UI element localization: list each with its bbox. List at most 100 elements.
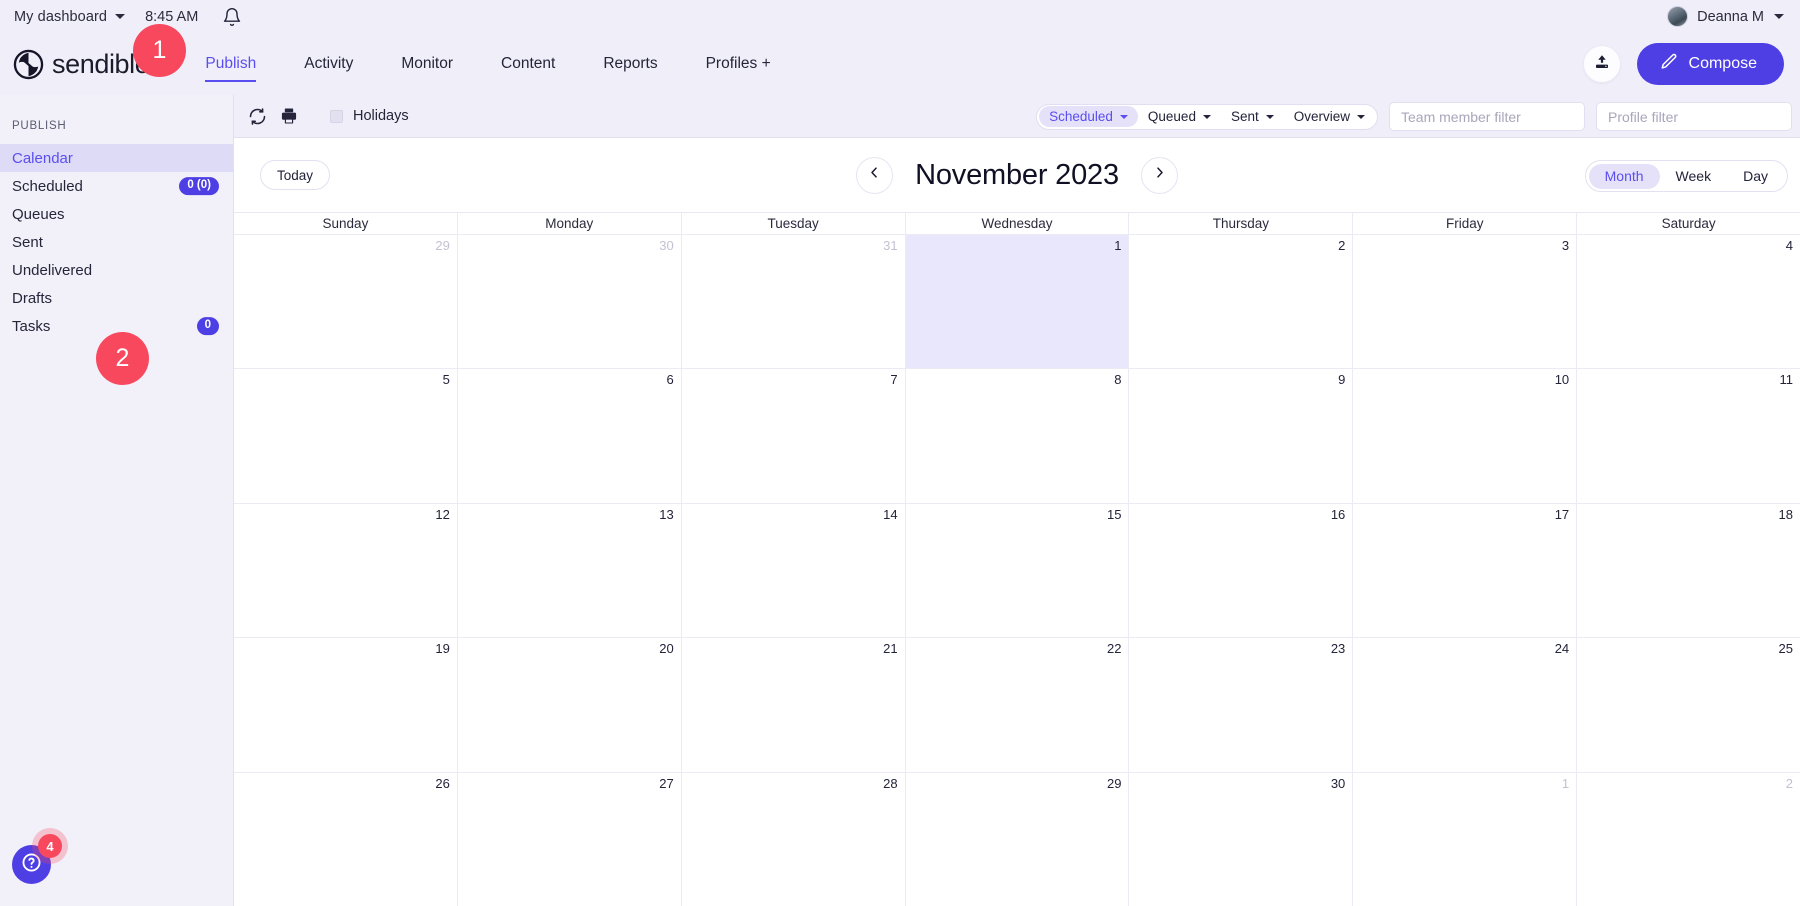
- calendar-day-cell[interactable]: 7: [681, 369, 906, 503]
- calendar-day-cell[interactable]: 18: [1577, 503, 1800, 638]
- segment-scheduled[interactable]: Scheduled: [1039, 106, 1138, 127]
- sidebar-item-sent[interactable]: Sent: [0, 228, 233, 256]
- chevron-down-icon: [1202, 114, 1211, 119]
- calendar-day-cell[interactable]: 29: [905, 772, 1130, 906]
- pencil-icon: [1659, 52, 1678, 76]
- calendar-day-cell[interactable]: 12: [234, 503, 458, 638]
- status-badge: 0 (0): [179, 177, 219, 195]
- sidebar-item-drafts[interactable]: Drafts: [0, 284, 233, 312]
- calendar-day-cell[interactable]: 17: [1353, 503, 1578, 638]
- utility-bar: My dashboard 8:45 AM Deanna M: [0, 0, 1800, 33]
- calendar-day-cell[interactable]: 9: [1129, 369, 1354, 503]
- sidebar-item-queues[interactable]: Queues: [0, 200, 233, 228]
- chevron-down-icon: [1265, 114, 1274, 119]
- calendar-day-number: 26: [435, 775, 450, 791]
- chevron-down-icon[interactable]: [115, 14, 126, 19]
- segment-sent[interactable]: Sent: [1221, 106, 1284, 127]
- calendar-day-cell[interactable]: 3: [1353, 235, 1578, 369]
- refresh-icon[interactable]: [246, 105, 268, 127]
- nav-item-content[interactable]: Content: [501, 33, 555, 95]
- calendar-day-cell[interactable]: 1: [1353, 772, 1578, 906]
- user-menu[interactable]: Deanna M: [1667, 0, 1784, 33]
- calendar-day-cell[interactable]: 30: [457, 235, 682, 369]
- calendar-day-cell[interactable]: 8: [905, 369, 1130, 503]
- calendar-day-number: 15: [1106, 506, 1122, 522]
- next-month-button[interactable]: [1140, 156, 1178, 194]
- sidebar-item-undelivered[interactable]: Undelivered: [0, 256, 233, 284]
- calendar-week-row: 26 27 28 29 30 1 2: [234, 772, 1800, 906]
- calendar-day-number: 29: [1106, 775, 1122, 791]
- nav-item-publish[interactable]: Publish: [205, 33, 256, 95]
- sidebar-item-scheduled[interactable]: Scheduled 0 (0): [0, 172, 233, 200]
- calendar-day-cell[interactable]: 31: [681, 235, 906, 369]
- holidays-toggle[interactable]: Holidays: [330, 108, 409, 124]
- dashboard-selector-label[interactable]: My dashboard: [14, 9, 107, 25]
- calendar-day-cell[interactable]: 1: [905, 235, 1130, 369]
- calendar-day-cell[interactable]: 19: [234, 638, 458, 772]
- calendar-day-cell[interactable]: 4: [1577, 235, 1800, 369]
- calendar-day-cell[interactable]: 27: [457, 772, 682, 906]
- main-navbar: sendible Publish Activity Monitor Conten…: [0, 33, 1800, 95]
- nav-item-profiles[interactable]: Profiles +: [706, 33, 771, 95]
- calendar-day-number: 1: [1114, 238, 1122, 253]
- today-button[interactable]: Today: [260, 160, 331, 190]
- bell-icon[interactable]: [222, 7, 242, 27]
- calendar-day-cell[interactable]: 20: [457, 638, 682, 772]
- calendar-day-cell[interactable]: 5: [234, 369, 458, 503]
- sidebar-item-label: Scheduled: [12, 177, 83, 195]
- chevron-left-icon: [867, 165, 882, 185]
- brand-home-link[interactable]: sendible: [13, 49, 150, 80]
- chevron-down-icon: [1119, 114, 1128, 119]
- calendar-day-cell[interactable]: 29: [234, 235, 458, 369]
- segment-queued[interactable]: Queued: [1138, 106, 1221, 127]
- view-week-button[interactable]: Week: [1660, 164, 1728, 189]
- view-day-button[interactable]: Day: [1727, 164, 1784, 189]
- calendar-day-number: 13: [659, 506, 674, 522]
- calendar-day-cell[interactable]: 21: [681, 638, 906, 772]
- calendar-day-cell[interactable]: 28: [681, 772, 906, 906]
- holidays-checkbox[interactable]: [330, 109, 343, 123]
- calendar-day-cell[interactable]: 22: [905, 638, 1130, 772]
- calendar-day-cell[interactable]: 15: [905, 503, 1130, 638]
- calendar-week-row: 19 20 21 22 23 24 25: [234, 638, 1800, 773]
- calendar-day-cell[interactable]: 6: [457, 369, 682, 503]
- calendar-day-cell[interactable]: 2: [1577, 772, 1800, 906]
- calendar-day-cell[interactable]: 2: [1129, 235, 1354, 369]
- calendar-day-number: 25: [1778, 641, 1794, 657]
- view-month-button[interactable]: Month: [1588, 163, 1660, 189]
- compose-button[interactable]: Compose: [1636, 43, 1784, 85]
- calendar-day-cell[interactable]: 25: [1577, 638, 1800, 772]
- calendar-day-cell[interactable]: 16: [1129, 503, 1354, 638]
- upload-button[interactable]: [1582, 45, 1621, 83]
- calendar-day-cell[interactable]: 10: [1353, 369, 1578, 503]
- current-time: 8:45 AM: [145, 8, 199, 25]
- nav-item-activity[interactable]: Activity: [304, 33, 353, 95]
- nav-item-reports[interactable]: Reports: [603, 33, 657, 95]
- nav-item-monitor[interactable]: Monitor: [401, 33, 453, 95]
- calendar-view-switcher: Month Week Day: [1584, 160, 1788, 192]
- calendar-day-cell[interactable]: 30: [1129, 772, 1354, 906]
- calendar-day-number: 12: [435, 506, 450, 522]
- calendar-day-number: 9: [1338, 372, 1346, 388]
- calendar-day-cell[interactable]: 24: [1353, 638, 1578, 772]
- segment-label: Queued: [1147, 109, 1196, 124]
- main-content: Holidays Scheduled Queued Sent Overview …: [234, 95, 1800, 906]
- printer-icon[interactable]: [278, 105, 300, 127]
- calendar-day-number: 18: [1778, 506, 1794, 522]
- chevron-down-icon[interactable]: [1774, 14, 1784, 19]
- calendar-day-cell[interactable]: 13: [457, 503, 682, 638]
- sidebar-item-calendar[interactable]: Calendar: [0, 144, 233, 172]
- segment-label: Overview: [1293, 109, 1350, 124]
- annotation-marker-1: 1: [133, 24, 186, 77]
- calendar-day-cell[interactable]: 11: [1577, 369, 1800, 503]
- day-header-friday: Friday: [1353, 213, 1578, 234]
- calendar-day-cell[interactable]: 26: [234, 772, 458, 906]
- toolbar-filters: Scheduled Queued Sent Overview: [1036, 95, 1792, 138]
- prev-month-button[interactable]: [856, 156, 894, 194]
- profile-filter-input[interactable]: [1596, 102, 1792, 131]
- calendar-day-cell[interactable]: 23: [1129, 638, 1354, 772]
- calendar-day-cell[interactable]: 14: [681, 503, 906, 638]
- segment-overview[interactable]: Overview: [1284, 106, 1375, 127]
- calendar-day-number: 4: [1785, 238, 1794, 253]
- team-member-filter-input[interactable]: [1389, 102, 1585, 131]
